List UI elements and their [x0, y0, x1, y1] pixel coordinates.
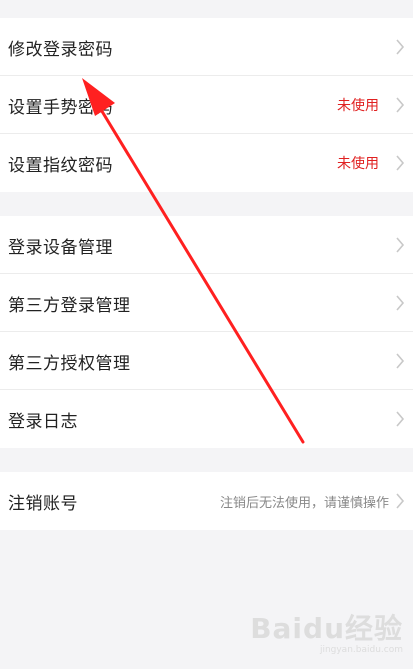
set-gesture-password-row[interactable]: 设置手势密码 未使用 [0, 76, 413, 134]
chevron-right-icon [389, 234, 411, 256]
third-party-authorization-management-row[interactable]: 第三方授权管理 [0, 332, 413, 390]
security-settings-group: 修改登录密码 设置手势密码 未使用 设置指纹密码 未使用 [0, 18, 413, 192]
row-label: 设置手势密码 [8, 97, 113, 118]
row-label: 第三方登录管理 [8, 295, 131, 316]
status-badge: 未使用 [337, 98, 379, 114]
baidu-jingyan-watermark: Baidu经验 jingyan.baidu.com [250, 607, 403, 655]
cancel-account-row[interactable]: 注销账号 注销后无法使用，请谨慎操作 [0, 472, 413, 530]
row-label: 登录设备管理 [8, 237, 113, 258]
row-label: 修改登录密码 [8, 39, 113, 60]
account-group: 注销账号 注销后无法使用，请谨慎操作 [0, 472, 413, 530]
watermark-logo: Baidu经验 [250, 612, 403, 645]
row-label: 第三方授权管理 [8, 353, 131, 374]
chevron-right-icon [389, 36, 411, 58]
chevron-right-icon [389, 292, 411, 314]
status-badge: 未使用 [337, 156, 379, 172]
row-label: 设置指纹密码 [8, 155, 113, 176]
row-hint: 注销后无法使用，请谨慎操作 [219, 495, 389, 511]
chevron-right-icon [389, 152, 411, 174]
chevron-right-icon [389, 350, 411, 372]
row-label: 登录日志 [8, 411, 78, 432]
login-device-management-row[interactable]: 登录设备管理 [0, 216, 413, 274]
login-log-row[interactable]: 登录日志 [0, 390, 413, 448]
chevron-right-icon [389, 408, 411, 430]
third-party-login-management-row[interactable]: 第三方登录管理 [0, 274, 413, 332]
row-label: 注销账号 [8, 493, 78, 514]
set-fingerprint-password-row[interactable]: 设置指纹密码 未使用 [0, 134, 413, 192]
change-login-password-row[interactable]: 修改登录密码 [0, 18, 413, 76]
chevron-right-icon [389, 94, 411, 116]
chevron-right-icon [389, 490, 411, 512]
device-management-group: 登录设备管理 第三方登录管理 第三方授权管理 登录日志 [0, 216, 413, 448]
